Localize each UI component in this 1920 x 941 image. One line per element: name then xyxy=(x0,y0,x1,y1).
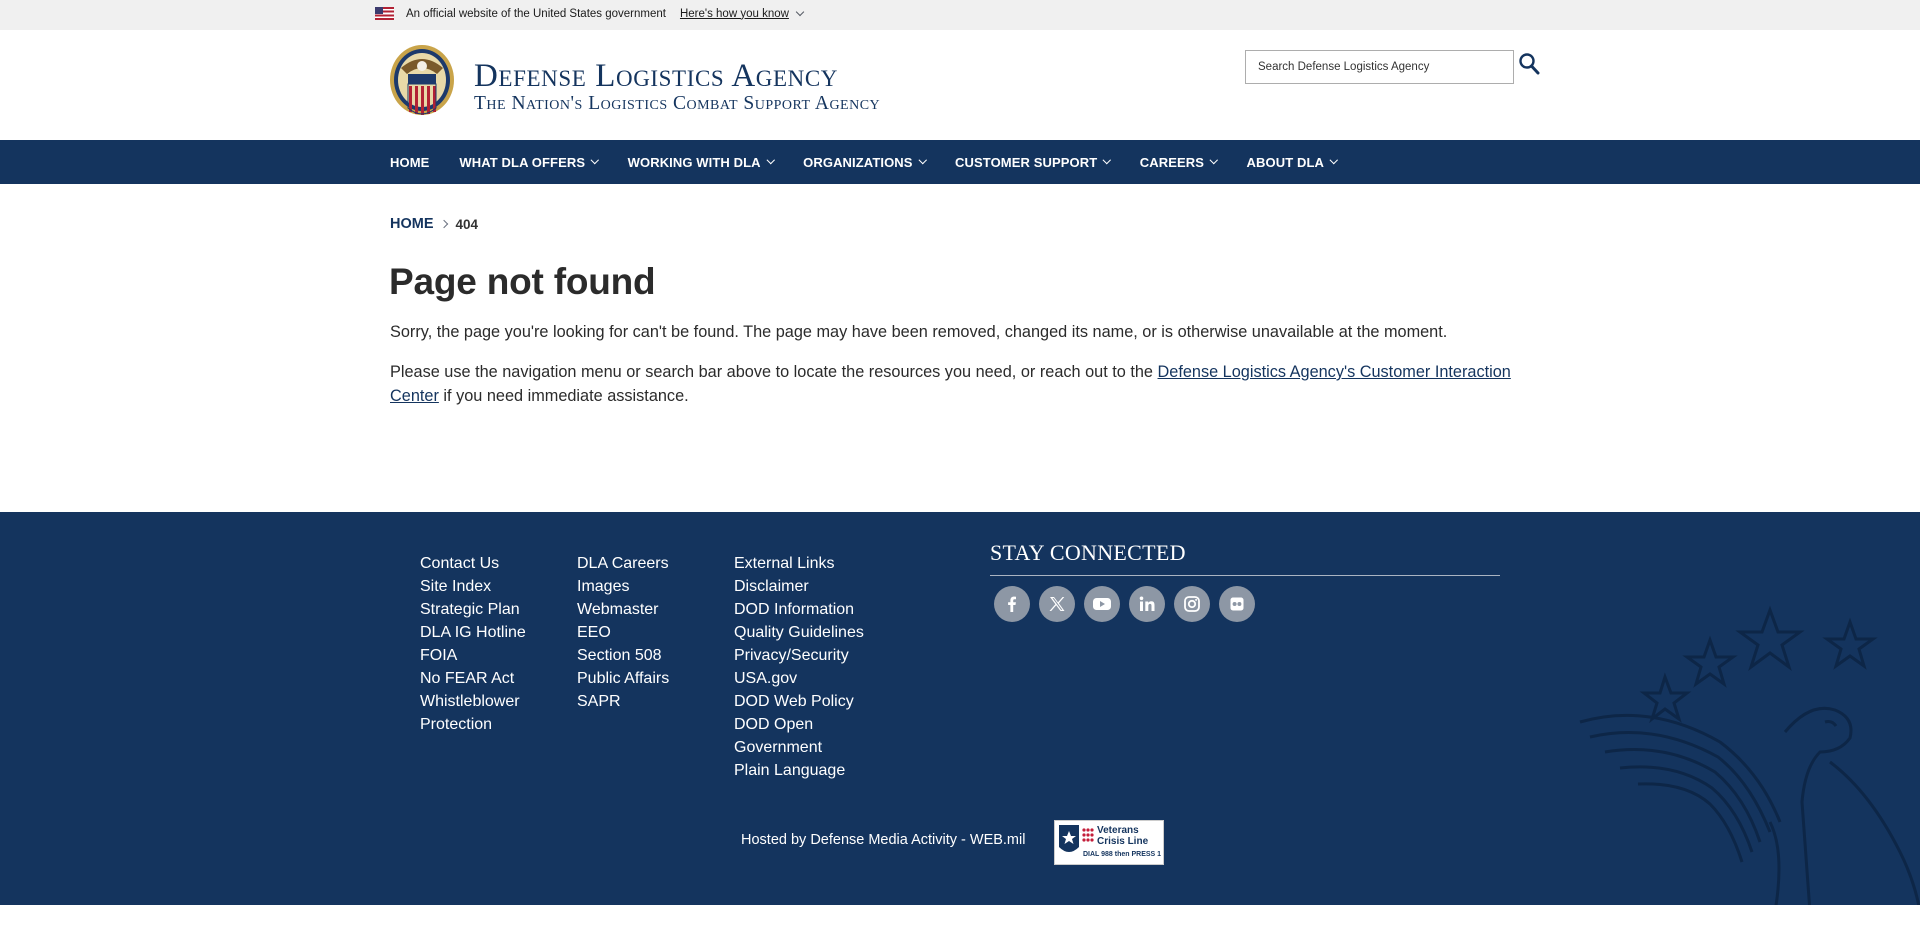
footer-link-dla-careers[interactable]: DLA Careers xyxy=(577,552,707,575)
vcl-line-3: DIAL 988 then PRESS 1 xyxy=(1083,851,1161,858)
chevron-down-icon xyxy=(918,156,927,164)
not-found-message: Sorry, the page you're looking for can't… xyxy=(390,323,1448,341)
footer-link-contact-us[interactable]: Contact Us xyxy=(420,552,550,575)
vcl-line-1: Veterans xyxy=(1097,825,1139,836)
search-box[interactable] xyxy=(1245,50,1514,84)
assistance-text-after: if you need immediate assistance. xyxy=(438,387,689,405)
footer-links-col-2: DLA Careers Images Webmaster EEO Section 508… xyxy=(577,552,707,713)
assistance-text-before: Please use the navigation menu or search… xyxy=(390,363,1158,381)
nav-item-label: Customer Support xyxy=(955,154,1098,170)
chevron-down-icon xyxy=(766,156,775,164)
brand-subtitle: The Nation's Logistics Combat Support Ag… xyxy=(474,93,881,114)
main-content: HOME 404 Page not found Sorry, the page … xyxy=(0,184,1920,512)
footer-link-sapr[interactable]: SAPR xyxy=(577,690,707,713)
nav-item-what-dla-offers[interactable]: What DLA Offers xyxy=(459,154,599,170)
hosted-by-link[interactable]: Hosted by Defense Media Activity - WEB.m… xyxy=(741,832,1025,848)
chevron-down-icon xyxy=(1103,156,1111,164)
nav-item-careers[interactable]: Careers xyxy=(1139,154,1218,170)
assistance-message: Please use the navigation menu or search… xyxy=(390,360,1520,408)
footer-link-strategic-plan[interactable]: Strategic Plan xyxy=(420,598,550,621)
search-icon[interactable] xyxy=(1518,52,1540,76)
x-icon[interactable] xyxy=(1039,586,1075,622)
heres-how-you-know-label: Here's how you know xyxy=(679,7,789,20)
chevron-down-icon xyxy=(795,7,805,16)
footer-link-whistleblower-protection[interactable]: Whistleblower Protection xyxy=(420,690,550,736)
heres-how-you-know-link[interactable]: Here's how you know xyxy=(679,7,805,20)
chevron-down-icon xyxy=(590,156,599,164)
nav-item-label: Working with DLA xyxy=(627,154,761,170)
search-input[interactable] xyxy=(1258,61,1501,73)
nav-item-customer-support[interactable]: Customer Support xyxy=(955,154,1111,170)
instagram-icon[interactable] xyxy=(1174,586,1210,622)
footer-link-site-index[interactable]: Site Index xyxy=(420,575,550,598)
footer-link-dla-ig-hotline[interactable]: DLA IG Hotline xyxy=(420,621,550,644)
footer-link-plain-language[interactable]: Plain Language xyxy=(734,759,884,782)
brand-title: Defense Logistics Agency xyxy=(474,58,838,94)
footer-link-disclaimer[interactable]: Disclaimer xyxy=(734,575,884,598)
breadcrumb-current: 404 xyxy=(455,216,479,232)
site-footer: Contact Us Site Index Strategic Plan DLA IG… xyxy=(0,512,1920,905)
breadcrumb-home-link[interactable]: HOME xyxy=(390,216,434,232)
footer-link-webmaster[interactable]: Webmaster xyxy=(577,598,707,621)
footer-link-usa-gov[interactable]: USA.gov xyxy=(734,667,884,690)
footer-link-images[interactable]: Images xyxy=(577,575,707,598)
nav-item-label: What DLA Offers xyxy=(459,154,586,170)
breadcrumb: HOME 404 xyxy=(390,216,478,232)
footer-link-privacy-security[interactable]: Privacy/Security xyxy=(734,644,884,667)
footer-link-foia[interactable]: FOIA xyxy=(420,644,550,667)
footer-link-external-links[interactable]: External Links xyxy=(734,552,884,575)
linkedin-icon[interactable] xyxy=(1129,586,1165,622)
nav-item-organizations[interactable]: Organizations xyxy=(803,154,927,170)
vcl-line-2: Crisis Line xyxy=(1097,836,1149,847)
footer-link-dod-information[interactable]: DOD Information xyxy=(734,598,884,621)
nav-item-label: About DLA xyxy=(1246,154,1324,170)
footer-link-eeo[interactable]: EEO xyxy=(577,621,707,644)
social-links xyxy=(994,586,1264,622)
us-flag-icon xyxy=(375,7,394,20)
footer-link-dod-open-government[interactable]: DOD Open Government xyxy=(734,713,884,759)
footer-link-section-508[interactable]: Section 508 xyxy=(577,644,707,667)
dla-seal-logo[interactable] xyxy=(389,44,455,122)
nav-item-label: Careers xyxy=(1139,154,1205,170)
chevron-down-icon xyxy=(1329,156,1338,164)
gov-banner-content: An official website of the United States… xyxy=(375,7,805,20)
youtube-icon[interactable] xyxy=(1084,586,1120,622)
nav-item-home[interactable]: Home xyxy=(390,155,429,170)
nav-item-about-dla[interactable]: About DLA xyxy=(1246,154,1338,170)
page-title: Page not found xyxy=(389,261,656,302)
gov-banner: An official website of the United States… xyxy=(0,0,1920,30)
chevron-down-icon xyxy=(1209,156,1218,164)
site-header: Defense Logistics Agency The Nation's Lo… xyxy=(0,30,1920,140)
footer-links-col-1: Contact Us Site Index Strategic Plan DLA IG… xyxy=(420,552,550,736)
facebook-icon[interactable] xyxy=(994,586,1030,622)
chevron-right-icon xyxy=(439,219,448,229)
footer-link-quality-guidelines[interactable]: Quality Guidelines xyxy=(734,621,884,644)
nav-item-label: Organizations xyxy=(803,154,913,170)
eagle-watermark xyxy=(1579,605,1920,905)
main-nav: Home What DLA Offers Working with DLA Organ… xyxy=(0,140,1920,184)
brand[interactable]: Defense Logistics Agency The Nation's Lo… xyxy=(474,59,880,115)
footer-link-no-fear-act[interactable]: No FEAR Act xyxy=(420,667,550,690)
stay-connected-heading: STAY CONNECTED xyxy=(990,540,1186,565)
gov-banner-text: An official website of the United States… xyxy=(406,7,666,20)
nav-item-working-with-dla[interactable]: Working with DLA xyxy=(627,154,775,170)
veterans-crisis-line-logo[interactable]: Veterans Crisis Line DIAL 988 then PRESS… xyxy=(1054,820,1164,865)
footer-link-public-affairs[interactable]: Public Affairs xyxy=(577,667,707,690)
footer-link-dod-web-policy[interactable]: DOD Web Policy xyxy=(734,690,884,713)
nav-items: Home What DLA Offers Working with DLA Organ… xyxy=(390,140,1366,184)
stay-connected-divider xyxy=(990,575,1500,576)
flickr-icon[interactable] xyxy=(1219,586,1255,622)
nav-item-label: Home xyxy=(390,154,430,170)
footer-links-col-3: External Links Disclaimer DOD Information Q… xyxy=(734,552,884,782)
